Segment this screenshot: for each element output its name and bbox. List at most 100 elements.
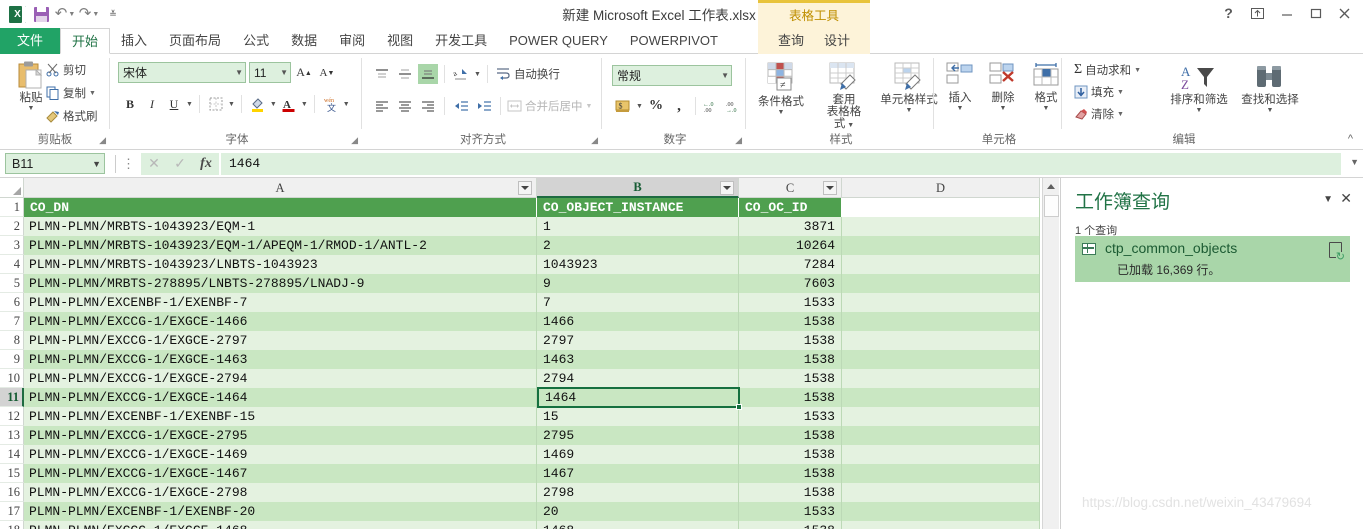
- tab-developer[interactable]: 开发工具: [424, 28, 498, 54]
- align-right-button[interactable]: [418, 96, 438, 116]
- row-header-13[interactable]: 13: [0, 426, 24, 445]
- font-size-combo[interactable]: 11 ▼: [249, 62, 291, 83]
- align-left-button[interactable]: [372, 96, 392, 116]
- grow-font-button[interactable]: A ▲: [294, 63, 314, 83]
- cell-a18[interactable]: PLMN-PLMN/EXCCG-1/EXGCE-1468: [24, 521, 536, 529]
- chevron-down-icon[interactable]: ▼: [1267, 107, 1274, 114]
- chevron-down-icon[interactable]: ▼: [1117, 111, 1124, 118]
- decrease-indent-button[interactable]: [451, 96, 471, 116]
- accounting-format-button[interactable]: $: [613, 96, 633, 116]
- chevron-down-icon[interactable]: ▼: [232, 68, 243, 77]
- row-header-16[interactable]: 16: [0, 483, 24, 502]
- align-center-button[interactable]: [395, 96, 415, 116]
- cell-c14[interactable]: 1538: [740, 445, 840, 464]
- cell-b5[interactable]: 9: [538, 274, 736, 293]
- format-painter-button[interactable]: 格式刷: [46, 108, 98, 124]
- number-format-combo[interactable]: 常规 ▼: [612, 65, 732, 86]
- cell-b7[interactable]: 1466: [538, 312, 736, 331]
- chevron-down-icon[interactable]: ▼: [1196, 107, 1203, 114]
- chevron-down-icon[interactable]: ▼: [957, 105, 964, 112]
- chevron-down-icon[interactable]: ▼: [1000, 105, 1007, 112]
- cell-c7[interactable]: 1538: [740, 312, 840, 331]
- orientation-chevron-down-icon[interactable]: ▼: [474, 71, 481, 78]
- cell-c6[interactable]: 1533: [740, 293, 840, 312]
- cell-a3[interactable]: PLMN-PLMN/MRBTS-1043923/EQM-1/APEQM-1/RM…: [24, 236, 536, 255]
- cell-c9[interactable]: 1538: [740, 350, 840, 369]
- wrap-text-button[interactable]: 自动换行: [496, 66, 560, 82]
- format-as-table-button[interactable]: 套用 表格格式 ▼: [818, 62, 870, 132]
- cell-b11[interactable]: 1464: [540, 388, 736, 407]
- expand-formula-bar-icon[interactable]: ▼: [1350, 157, 1359, 167]
- row-header-11[interactable]: 11: [0, 388, 24, 407]
- row-header-3[interactable]: 3: [0, 236, 24, 255]
- column-header-a[interactable]: A: [24, 178, 537, 198]
- tab-insert[interactable]: 插入: [110, 28, 158, 54]
- vertical-scrollbar[interactable]: [1042, 178, 1059, 529]
- align-top-button[interactable]: [372, 64, 392, 84]
- chevron-down-icon[interactable]: ▼: [1134, 67, 1141, 74]
- cell-c8[interactable]: 1538: [740, 331, 840, 350]
- bold-button[interactable]: B: [120, 94, 140, 114]
- sort-filter-button[interactable]: A Z 排序和筛选 ▼: [1169, 64, 1229, 114]
- accounting-chevron-down-icon[interactable]: ▼: [636, 103, 643, 110]
- refresh-icon[interactable]: [1329, 242, 1345, 262]
- cell-a16[interactable]: PLMN-PLMN/EXCCG-1/EXGCE-2798: [24, 483, 536, 502]
- cell-styles-button[interactable]: 单元格样式 ▼: [880, 62, 938, 132]
- scroll-up-button[interactable]: [1043, 178, 1059, 195]
- cell-b4[interactable]: 1043923: [538, 255, 736, 274]
- row-header-17[interactable]: 17: [0, 502, 24, 521]
- cell-a8[interactable]: PLMN-PLMN/EXCCG-1/EXGCE-2797: [24, 331, 536, 350]
- cell-c4[interactable]: 7284: [740, 255, 840, 274]
- cell-a10[interactable]: PLMN-PLMN/EXCCG-1/EXGCE-2794: [24, 369, 536, 388]
- row-header-14[interactable]: 14: [0, 445, 24, 464]
- tab-formulas[interactable]: 公式: [232, 28, 280, 54]
- cancel-icon[interactable]: ✕: [141, 152, 167, 175]
- query-list-item[interactable]: ctp_common_objects 已加载 16,369 行。: [1075, 236, 1350, 282]
- font-dialog-launcher[interactable]: ◢: [351, 135, 358, 146]
- cell-c16[interactable]: 1538: [740, 483, 840, 502]
- cell-c11[interactable]: 1538: [740, 388, 840, 407]
- cell-a4[interactable]: PLMN-PLMN/MRBTS-1043923/LNBTS-1043923: [24, 255, 536, 274]
- clipboard-dialog-launcher[interactable]: ◢: [99, 135, 106, 146]
- row-header-2[interactable]: 2: [0, 217, 24, 236]
- row-header-9[interactable]: 9: [0, 350, 24, 369]
- alignment-dialog-launcher[interactable]: ◢: [591, 135, 598, 146]
- tab-power-query[interactable]: POWER QUERY: [498, 28, 619, 54]
- chevron-down-icon[interactable]: ▼: [92, 159, 101, 169]
- row-header-6[interactable]: 6: [0, 293, 24, 312]
- select-all-corner[interactable]: [0, 178, 24, 198]
- tab-powerpivot[interactable]: POWERPIVOT: [619, 28, 729, 54]
- row-header-7[interactable]: 7: [0, 312, 24, 331]
- row-header-10[interactable]: 10: [0, 369, 24, 388]
- decrease-decimal-button[interactable]: .00 →.0: [725, 96, 745, 116]
- cell-c15[interactable]: 1538: [740, 464, 840, 483]
- merge-chevron-down-icon[interactable]: ▼: [586, 103, 593, 110]
- italic-button[interactable]: I: [142, 94, 162, 114]
- filter-button-co-object-instance[interactable]: [720, 181, 734, 195]
- cell-b8[interactable]: 2797: [538, 331, 736, 350]
- cell-a2[interactable]: PLMN-PLMN/MRBTS-1043923/EQM-1: [24, 217, 536, 236]
- chevron-down-icon[interactable]: ▼: [1323, 194, 1333, 205]
- merge-center-button[interactable]: 合并后居中 ▼: [507, 98, 592, 114]
- insert-function-icon[interactable]: fx: [193, 152, 219, 175]
- delete-cells-button[interactable]: 删除 ▼: [987, 62, 1019, 112]
- cell-a17[interactable]: PLMN-PLMN/EXCENBF-1/EXENBF-20: [24, 502, 536, 521]
- font-name-combo[interactable]: 宋体 ▼: [118, 62, 246, 83]
- underline-button[interactable]: U: [164, 94, 184, 114]
- cell-a11[interactable]: PLMN-PLMN/EXCCG-1/EXGCE-1464: [24, 388, 536, 407]
- restore-icon[interactable]: [1301, 2, 1330, 24]
- cell-c5[interactable]: 7603: [740, 274, 840, 293]
- increase-decimal-button[interactable]: ←.0 .00: [702, 96, 722, 116]
- underline-chevron-down-icon[interactable]: ▼: [186, 101, 193, 108]
- filter-button-co-oc-id[interactable]: [823, 181, 837, 195]
- row-header-4[interactable]: 4: [0, 255, 24, 274]
- close-icon[interactable]: ✕: [1340, 190, 1352, 207]
- cell-c2[interactable]: 3871: [740, 217, 840, 236]
- align-middle-button[interactable]: [395, 64, 415, 84]
- row-header-18[interactable]: 18: [0, 521, 24, 529]
- cell-c10[interactable]: 1538: [740, 369, 840, 388]
- font-color-chevron-down-icon[interactable]: ▼: [301, 101, 308, 108]
- phonetic-guide-button[interactable]: wén 文: [321, 94, 341, 114]
- cell-b12[interactable]: 15: [538, 407, 736, 426]
- cell-c12[interactable]: 1533: [740, 407, 840, 426]
